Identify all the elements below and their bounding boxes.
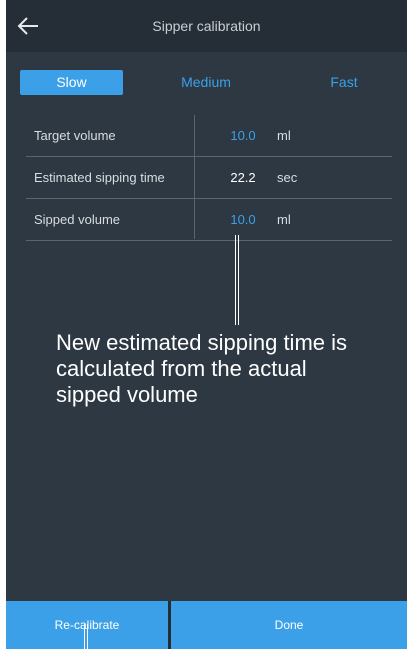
tab-medium[interactable]: Medium: [156, 70, 256, 95]
estimated-time-unit: sec: [277, 170, 298, 185]
target-volume-unit: ml: [277, 128, 291, 143]
estimated-time-value: 22.2: [230, 170, 256, 185]
title-bar: Sipper calibration: [6, 0, 407, 52]
sipped-volume-label: Sipped volume: [34, 212, 120, 227]
target-volume-value[interactable]: 10.0: [222, 115, 264, 156]
tab-slow[interactable]: Slow: [20, 70, 123, 95]
annotation-text: New estimated sipping time is calculated…: [56, 330, 348, 407]
estimated-time-label: Estimated sipping time: [34, 170, 165, 185]
recalibrate-pointer-line: [84, 624, 88, 649]
sipper-calibration-screen: Sipper calibration Slow Medium Fast Targ…: [6, 0, 407, 649]
table-row-estimated-time: Estimated sipping time 22.2 sec: [26, 157, 392, 199]
back-button[interactable]: [14, 12, 42, 40]
table-row-target-volume: Target volume 10.0 ml: [26, 115, 392, 157]
sipped-volume-value[interactable]: 10.0: [222, 199, 264, 240]
page-title: Sipper calibration: [152, 18, 261, 34]
calibration-table: Target volume 10.0 ml Estimated sipping …: [26, 115, 392, 241]
tab-fast[interactable]: Fast: [306, 70, 382, 95]
arrow-left-icon: [17, 17, 38, 35]
table-row-sipped-volume: Sipped volume 10.0 ml: [26, 199, 392, 241]
done-button[interactable]: Done: [171, 601, 407, 649]
bottom-action-bar: Re-calibrate Done: [6, 601, 407, 649]
target-volume-label: Target volume: [34, 128, 116, 143]
sipped-volume-unit: ml: [277, 212, 291, 227]
annotation-pointer-line: [235, 235, 239, 325]
speed-tabs: Slow Medium Fast: [6, 70, 407, 95]
